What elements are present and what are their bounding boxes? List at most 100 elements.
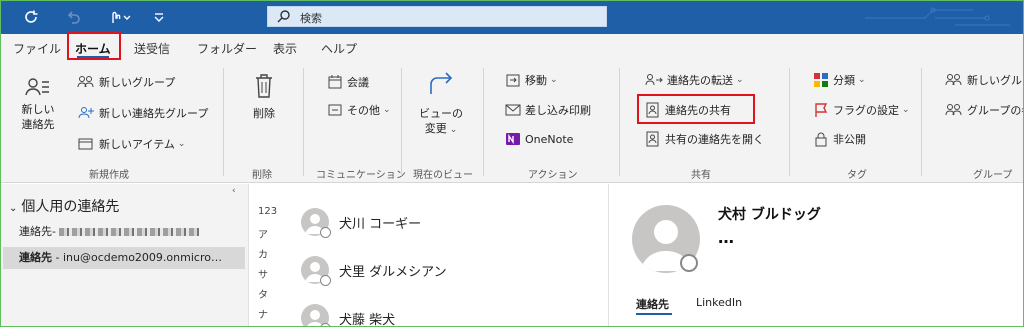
delete-button[interactable]: 削除 xyxy=(244,72,284,121)
list-item[interactable]: 犬藤 柴犬 xyxy=(301,298,395,326)
contact-group-icon xyxy=(78,107,94,119)
forward-contact-icon xyxy=(645,74,663,86)
follow-up-button[interactable]: フラグの設定 ⌄ xyxy=(813,102,910,118)
people-icon xyxy=(945,104,962,116)
index-letter[interactable]: タ xyxy=(258,286,268,301)
people-icon xyxy=(945,74,962,86)
new-contact-button[interactable]: 新しい 連絡先 xyxy=(15,76,61,132)
my-contacts-label: 個人用の連絡先 xyxy=(21,199,120,215)
new-m365-group-label: 新しいグループ xyxy=(967,74,1023,87)
more-icon xyxy=(328,104,342,116)
index-letter[interactable]: ナ xyxy=(258,306,268,321)
new-contact-icon xyxy=(15,76,61,102)
index-letter[interactable]: カ xyxy=(258,246,268,261)
chevron-down-icon: ⌄ xyxy=(383,105,391,115)
new-contact-label-2: 連絡先 xyxy=(21,118,55,131)
circuit-decoration-icon xyxy=(865,5,1015,34)
onenote-label: OneNote xyxy=(525,132,574,146)
ribbon-tabs: ファイル ホーム 送受信 フォルダー 表示 ヘルプ xyxy=(1,32,1023,62)
more-label: その他 xyxy=(347,104,380,117)
contact-name: 犬川 コーギー xyxy=(339,216,422,232)
open-shared-contacts-button[interactable]: 共有の連絡先を開く xyxy=(645,131,764,147)
chevron-down-icon: ⌄ xyxy=(177,139,186,149)
follow-up-label: フラグの設定 xyxy=(833,104,899,117)
group-label-actions: アクション xyxy=(528,170,578,181)
new-group-button[interactable]: 新しいグループ xyxy=(77,74,175,90)
customize-icon[interactable] xyxy=(153,9,165,28)
chevron-down-icon: ⌄ xyxy=(449,125,458,135)
collapse-pane-icon[interactable]: ‹ xyxy=(232,186,236,196)
trash-icon xyxy=(244,72,284,106)
outlook-window: 検索 ファイル ホーム 送受信 フォルダー 表示 ヘルプ 新しい 連絡先 新しい… xyxy=(0,0,1024,327)
undo-icon[interactable] xyxy=(65,9,81,28)
sync-icon[interactable] xyxy=(23,9,39,28)
ribbon-divider xyxy=(921,68,922,176)
list-item[interactable]: 犬里 ダルメシアン xyxy=(301,250,447,290)
change-view-label-2: 変更 xyxy=(424,122,447,135)
contact-name: 犬里 ダルメシアン xyxy=(339,264,447,280)
change-view-icon xyxy=(411,72,471,106)
new-item-icon xyxy=(78,138,93,150)
contacts-folder-1[interactable]: 連絡先- xyxy=(3,221,245,243)
move-button[interactable]: 移動 ⌄ xyxy=(505,72,558,88)
my-contacts-header[interactable]: ⌄ 個人用の連絡先 xyxy=(9,196,119,216)
presence-icon xyxy=(320,227,331,238)
tab-folder[interactable]: フォルダー xyxy=(197,40,257,57)
group-label-delete: 削除 xyxy=(252,170,272,181)
categorize-label: 分類 xyxy=(833,74,855,87)
chevron-down-icon: ⌄ xyxy=(902,105,910,115)
forward-contact-label: 連絡先の転送 xyxy=(667,74,733,87)
new-contact-group-button[interactable]: 新しい連絡先グループ xyxy=(77,105,208,121)
group-label-share: 共有 xyxy=(691,170,711,181)
categorize-button[interactable]: 分類 ⌄ xyxy=(813,72,866,88)
tab-linkedin[interactable]: LinkedIn xyxy=(696,296,742,309)
new-contact-group-label: 新しい連絡先グループ xyxy=(99,107,209,120)
private-label: 非公開 xyxy=(833,133,866,146)
meeting-button[interactable]: 会議 xyxy=(327,74,369,90)
change-view-button[interactable]: ビューの 変更 ⌄ xyxy=(411,72,471,138)
ribbon: 新しい 連絡先 新しいグループ 新しい連絡先グループ 新しいアイテム ⌄ 新規作成… xyxy=(1,62,1023,183)
chevron-down-icon: ⌄ xyxy=(858,75,866,85)
group-label-communication: コミュニケーション xyxy=(316,170,406,181)
onenote-button[interactable]: OneNote xyxy=(505,131,573,147)
index-letter[interactable]: ア xyxy=(258,226,268,241)
mail-merge-label: 差し込み印刷 xyxy=(525,104,591,117)
group-label-view: 現在のビュー xyxy=(413,170,473,181)
highlight-share-contacts xyxy=(637,94,755,124)
tab-send-receive[interactable]: 送受信 xyxy=(134,40,170,57)
private-button[interactable]: 非公開 xyxy=(813,131,866,147)
tab-file[interactable]: ファイル xyxy=(13,40,61,57)
contacts-folder-2[interactable]: 連絡先 - inu@ocdemo2009.onmicro… xyxy=(3,247,245,269)
ribbon-divider xyxy=(483,68,484,176)
new-m365-group-button[interactable]: 新しいグループ xyxy=(945,72,1023,88)
more-options-button[interactable]: … xyxy=(718,228,734,247)
more-button[interactable]: その他 ⌄ xyxy=(327,102,391,118)
change-view-label-1: ビューの xyxy=(419,107,463,120)
folder-pane: ‹ ⌄ 個人用の連絡先 連絡先- 連絡先 - inu@ocdemo2009.onm… xyxy=(1,184,249,326)
tab-view[interactable]: 表示 xyxy=(273,40,297,57)
ribbon-divider xyxy=(303,68,304,176)
search-placeholder: 検索 xyxy=(300,12,322,25)
tab-help[interactable]: ヘルプ xyxy=(321,40,357,57)
new-item-button[interactable]: 新しいアイテム ⌄ xyxy=(77,136,185,152)
ribbon-divider xyxy=(223,68,224,176)
tab-contact[interactable]: 連絡先 xyxy=(636,296,669,312)
mail-merge-icon xyxy=(505,104,521,116)
index-letter[interactable]: 123 xyxy=(258,206,277,217)
search-box[interactable]: 検索 xyxy=(267,6,607,27)
touch-mode-icon[interactable] xyxy=(107,9,131,28)
group-label-new: 新規作成 xyxy=(89,170,129,181)
title-bar: 検索 xyxy=(1,1,1023,34)
index-letter[interactable]: サ xyxy=(258,266,268,281)
index-bar: 123 ア カ サ タ ナ xyxy=(253,184,281,326)
mail-merge-button[interactable]: 差し込み印刷 xyxy=(505,102,591,118)
ribbon-divider xyxy=(789,68,790,176)
folder-name: 連絡先 xyxy=(19,251,52,264)
forward-contact-button[interactable]: 連絡先の転送 ⌄ xyxy=(645,72,744,88)
list-item[interactable]: 犬川 コーギー xyxy=(301,202,421,242)
browse-groups-label: グループの参 xyxy=(967,104,1023,117)
browse-groups-button[interactable]: グループの参 xyxy=(945,102,1023,118)
folder-name: 連絡先 xyxy=(19,225,52,238)
highlight-home-tab xyxy=(67,32,121,60)
lock-icon xyxy=(815,132,827,147)
